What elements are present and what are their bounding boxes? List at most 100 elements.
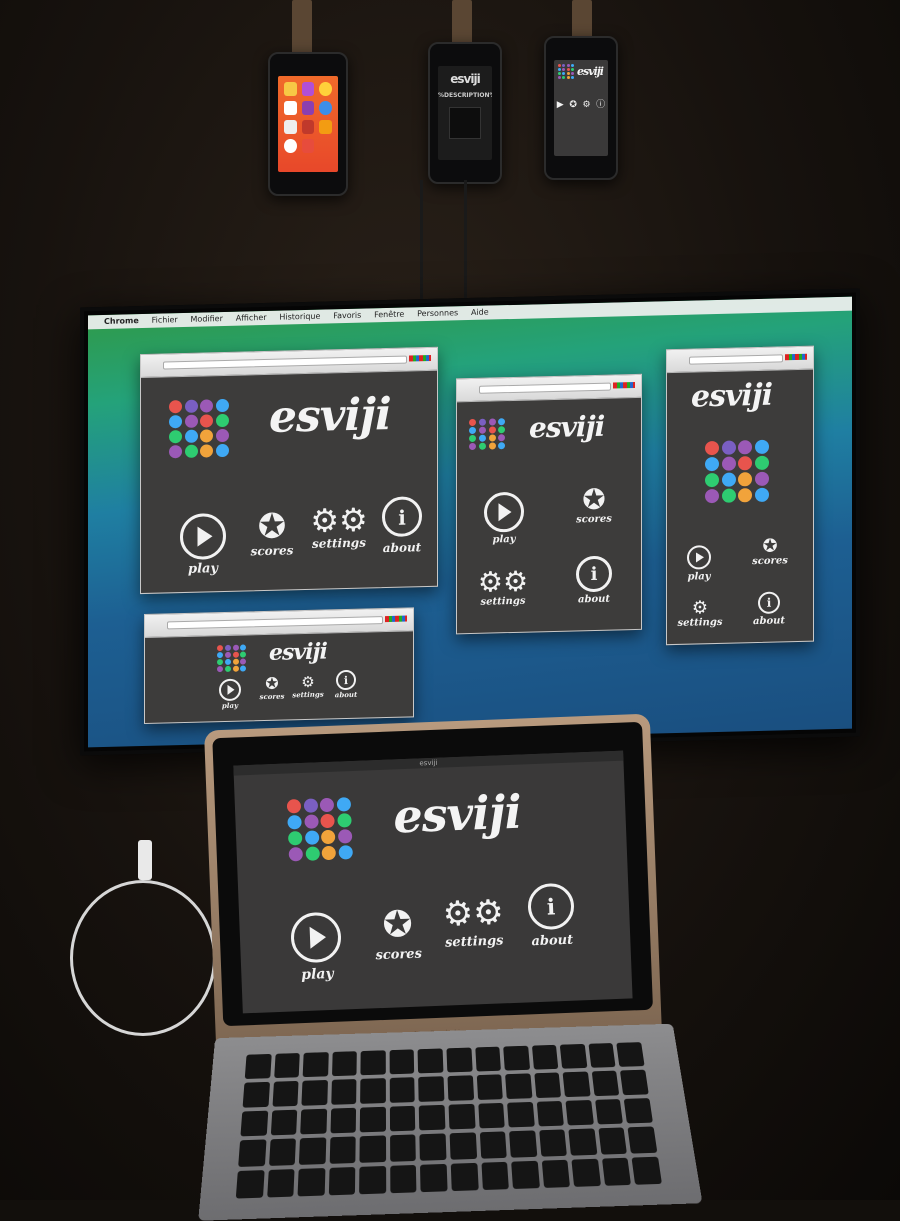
settings-button[interactable]: ⚙⚙ settings	[439, 895, 509, 951]
keyboard-key[interactable]	[272, 1081, 299, 1107]
address-bar[interactable]	[167, 616, 383, 629]
menubar-item[interactable]: Personnes	[417, 308, 458, 318]
keyboard-key[interactable]	[532, 1045, 559, 1070]
app-icon[interactable]	[319, 101, 332, 115]
keyboard-key[interactable]	[536, 1101, 564, 1127]
keyboard-key[interactable]	[569, 1129, 598, 1156]
keyboard-key[interactable]	[507, 1102, 534, 1128]
play-button[interactable]: play	[285, 911, 348, 983]
menubar-item[interactable]: Afficher	[236, 313, 267, 323]
keyboard-key[interactable]	[563, 1071, 591, 1096]
about-button[interactable]: i about	[522, 882, 580, 949]
keyboard-key[interactable]	[509, 1131, 537, 1158]
app-icon[interactable]	[319, 82, 332, 96]
menubar-item[interactable]: Historique	[279, 312, 320, 322]
keyboard-key[interactable]	[572, 1159, 601, 1187]
about-icon[interactable]: ⓘ	[596, 101, 605, 110]
keyboard-key[interactable]	[419, 1104, 445, 1130]
keyboard-key[interactable]	[298, 1168, 325, 1196]
keyboard-key[interactable]	[481, 1162, 509, 1190]
keyboard-key[interactable]	[389, 1049, 414, 1074]
keyboard-key[interactable]	[624, 1098, 653, 1124]
keyboard-key[interactable]	[360, 1106, 386, 1132]
keyboard-key[interactable]	[447, 1075, 473, 1100]
keyboard-key[interactable]	[560, 1044, 587, 1069]
keyboard-key[interactable]	[390, 1135, 416, 1162]
keyboard-key[interactable]	[475, 1047, 501, 1072]
about-button[interactable]: i about	[377, 496, 427, 555]
keyboard-key[interactable]	[602, 1158, 632, 1186]
keyboard-key[interactable]	[617, 1042, 645, 1067]
scores-button[interactable]: ✪ scores	[247, 509, 297, 558]
keyboard-key[interactable]	[361, 1050, 386, 1075]
about-button[interactable]: i about	[747, 591, 791, 627]
about-button[interactable]: i about	[331, 670, 361, 700]
keyboard-key[interactable]	[418, 1048, 443, 1073]
keyboard-key[interactable]	[329, 1137, 356, 1164]
keyboard-key[interactable]	[303, 1052, 329, 1077]
keyboard-key[interactable]	[451, 1163, 479, 1191]
keyboard-key[interactable]	[390, 1165, 417, 1193]
keyboard-key[interactable]	[420, 1134, 447, 1161]
extension-icons[interactable]	[613, 382, 635, 389]
keyboard-key[interactable]	[330, 1107, 356, 1133]
menubar-item[interactable]: Fenêtre	[374, 310, 404, 320]
address-bar[interactable]	[163, 356, 407, 370]
extension-icons[interactable]	[785, 354, 807, 361]
browser-window-tablet[interactable]: esviji play ✪ scores ⚙⚙ settings i about	[456, 374, 642, 635]
keyboard-key[interactable]	[243, 1082, 270, 1108]
keyboard-key[interactable]	[598, 1128, 627, 1155]
keyboard-key[interactable]	[446, 1048, 472, 1073]
keyboard-key[interactable]	[331, 1079, 357, 1105]
settings-icon[interactable]: ⚙	[582, 101, 590, 110]
extension-icons[interactable]	[409, 355, 431, 362]
scores-button[interactable]: ✪ scores	[369, 906, 427, 963]
app-icon[interactable]	[302, 82, 315, 96]
browser-tab-title[interactable]: esviji	[233, 751, 623, 776]
settings-button[interactable]: ⚙⚙ settings	[475, 568, 531, 608]
address-bar[interactable]	[479, 383, 611, 394]
keyboard-key[interactable]	[302, 1080, 328, 1106]
keyboard-key[interactable]	[245, 1054, 272, 1079]
menubar-item[interactable]: Modifier	[191, 314, 223, 324]
keyboard-key[interactable]	[360, 1078, 385, 1104]
keyboard-key[interactable]	[329, 1167, 356, 1195]
play-icon[interactable]: ▶	[557, 101, 564, 110]
app-icon[interactable]	[302, 139, 315, 153]
settings-button[interactable]: ⚙ settings	[673, 599, 727, 629]
scores-icon[interactable]: ✪	[569, 101, 577, 110]
keyboard-key[interactable]	[270, 1109, 297, 1135]
extension-icons[interactable]	[385, 616, 407, 623]
keyboard-key[interactable]	[236, 1170, 264, 1198]
keyboard-key[interactable]	[505, 1073, 532, 1098]
play-button[interactable]: play	[173, 513, 233, 577]
keyboard-key[interactable]	[503, 1046, 530, 1071]
browser-window-small[interactable]: esviji play ✪ scores ⚙ settings i about	[144, 607, 414, 724]
menubar-item[interactable]: Favoris	[333, 311, 361, 321]
app-icon[interactable]	[284, 120, 297, 134]
scores-button[interactable]: ✪ scores	[257, 675, 287, 701]
keyboard-key[interactable]	[332, 1051, 357, 1076]
keyboard-key[interactable]	[539, 1130, 567, 1157]
keyboard-key[interactable]	[595, 1099, 624, 1125]
keyboard-key[interactable]	[299, 1138, 326, 1165]
keyboard-key[interactable]	[267, 1169, 295, 1197]
app-icon[interactable]	[302, 101, 315, 115]
keyboard-key[interactable]	[359, 1166, 386, 1194]
menubar-app-name[interactable]: Chrome	[104, 316, 139, 326]
keyboard-key[interactable]	[632, 1157, 662, 1185]
keyboard-key[interactable]	[274, 1053, 300, 1078]
keyboard-key[interactable]	[300, 1108, 327, 1134]
keyboard-key[interactable]	[390, 1077, 416, 1103]
browser-window-large[interactable]: esviji play ✪ scores ⚙⚙ settings i about	[140, 347, 438, 594]
app-icon[interactable]	[302, 120, 315, 134]
app-icon[interactable]	[284, 139, 297, 153]
browser-window-phone[interactable]: esviji play ✪ scores ⚙ settings i about	[666, 346, 814, 646]
keyboard-key[interactable]	[620, 1069, 648, 1094]
play-button[interactable]: play	[479, 492, 529, 546]
menubar-item[interactable]: Aide	[471, 308, 489, 317]
keyboard-key[interactable]	[390, 1105, 416, 1131]
play-button[interactable]: play	[679, 545, 719, 583]
keyboard-key[interactable]	[360, 1136, 386, 1163]
keyboard-key[interactable]	[476, 1074, 503, 1099]
